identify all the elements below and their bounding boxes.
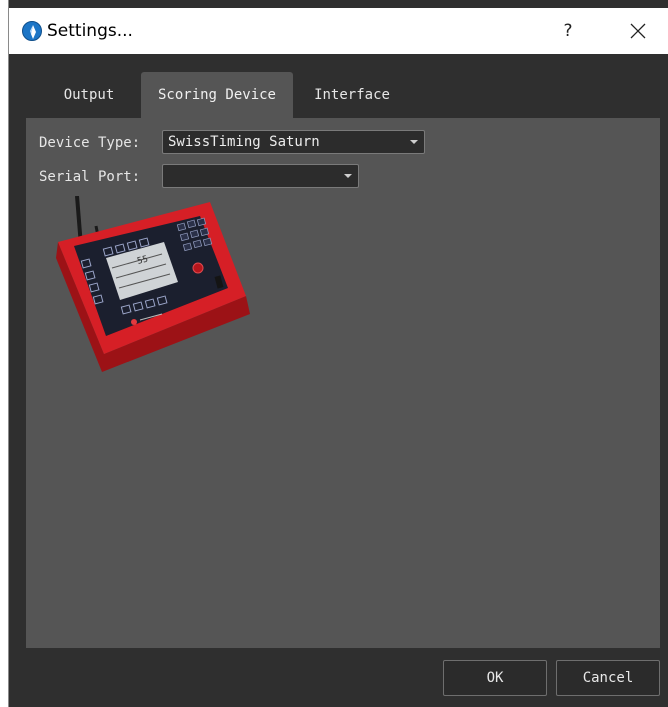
app-icon bbox=[22, 21, 42, 41]
cancel-button[interactable]: Cancel bbox=[556, 660, 660, 696]
button-bar: OK Cancel bbox=[9, 648, 668, 707]
tab-scoring-device[interactable]: Scoring Device bbox=[141, 72, 293, 118]
chevron-down-icon bbox=[344, 174, 352, 178]
close-button[interactable] bbox=[614, 8, 662, 54]
help-button[interactable]: ? bbox=[544, 8, 592, 54]
tab-output[interactable]: Output bbox=[39, 72, 139, 118]
device-type-select[interactable]: SwissTiming Saturn bbox=[162, 130, 425, 154]
scoring-device-panel: Device Type: SwissTiming Saturn Serial P… bbox=[26, 118, 660, 648]
serial-port-label: Serial Port: bbox=[39, 169, 141, 185]
device-type-label: Device Type: bbox=[39, 135, 141, 151]
close-icon bbox=[630, 23, 646, 39]
title-bar: Settings... ? bbox=[9, 8, 668, 54]
settings-dialog: Settings... ? Output Scoring Device Inte… bbox=[8, 0, 668, 707]
tab-interface[interactable]: Interface bbox=[297, 72, 407, 118]
chevron-down-icon bbox=[410, 140, 418, 144]
tab-bar: Output Scoring Device Interface bbox=[9, 54, 668, 118]
window-title: Settings... bbox=[47, 21, 133, 41]
ok-button[interactable]: OK bbox=[443, 660, 547, 696]
serial-port-select[interactable] bbox=[162, 164, 359, 188]
device-type-value: SwissTiming Saturn bbox=[168, 134, 320, 150]
scoring-device-image: 55 bbox=[50, 195, 250, 376]
